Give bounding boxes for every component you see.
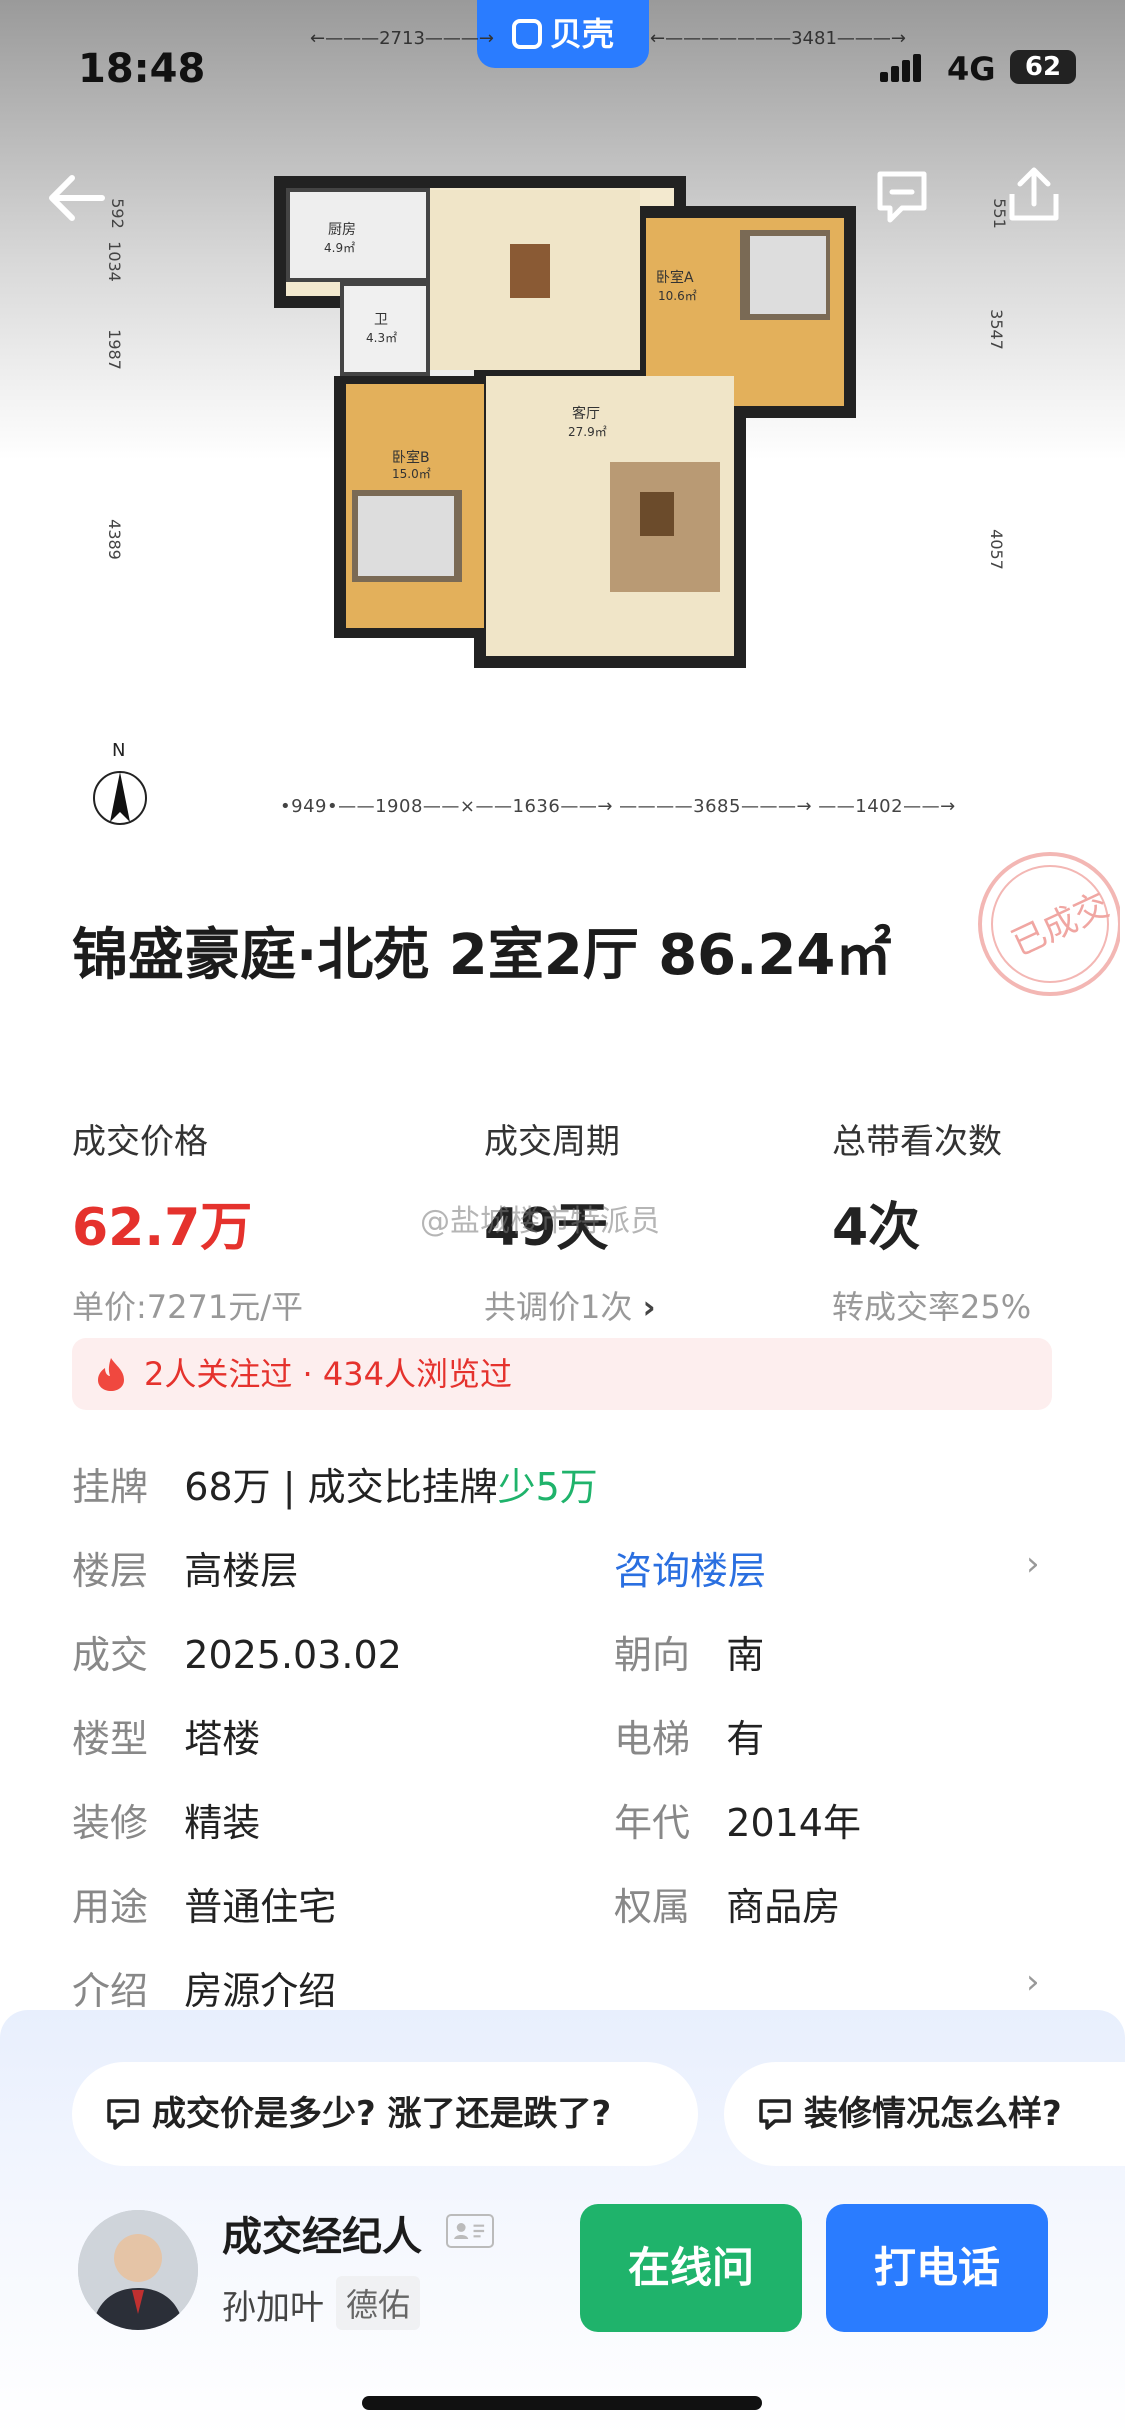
watermark: @盐城楼市特派员 bbox=[420, 1204, 660, 1239]
chat-bubble-icon bbox=[759, 2099, 791, 2130]
stat-sub[interactable]: 共调价1次 › bbox=[484, 1282, 656, 1328]
row-key: 年代 bbox=[614, 1801, 691, 1845]
svg-text:10.6㎡: 10.6㎡ bbox=[658, 289, 697, 303]
row-value: 房源介绍 bbox=[184, 1969, 337, 2013]
floorplan-area[interactable]: 18:48 4G 62 贝壳 ←———2713———→ ←———————3481… bbox=[0, 0, 1125, 880]
row-year: 年代 2014年 bbox=[614, 1792, 861, 1847]
row-key: 介绍 bbox=[72, 1969, 149, 2013]
svg-text:N: N bbox=[112, 740, 125, 761]
question-text: 装修情况怎么样? bbox=[804, 2094, 1062, 2134]
popularity-text: 2人关注过 · 434人浏览过 bbox=[144, 1355, 512, 1393]
row-key: 装修 bbox=[72, 1801, 149, 1845]
row-key: 用途 bbox=[72, 1885, 149, 1929]
svg-text:已成交: 已成交 bbox=[1006, 885, 1115, 964]
sold-stamp: 已成交 bbox=[978, 852, 1120, 996]
chevron-right-icon: › bbox=[642, 1288, 656, 1326]
popularity-banner: 2人关注过 · 434人浏览过 bbox=[72, 1338, 1052, 1410]
row-key: 楼层 bbox=[72, 1549, 149, 1593]
left-dimensions: 592 1034 1987 4389 bbox=[104, 198, 127, 560]
row-key: 成交 bbox=[72, 1633, 149, 1677]
row-deal-date: 成交 2025.03.02 bbox=[72, 1624, 402, 1679]
brand-name: 贝壳 bbox=[549, 15, 614, 53]
bottom-dimensions: •949•——1908——×——1636——→ ————3685———→ ——1… bbox=[280, 796, 956, 817]
row-elevator: 电梯 有 bbox=[614, 1708, 764, 1763]
agent-brand: 德佑 bbox=[336, 2276, 421, 2330]
home-indicator[interactable] bbox=[362, 2396, 762, 2410]
battery-icon: 62 bbox=[1010, 50, 1076, 84]
row-value: 2014年 bbox=[726, 1801, 861, 1845]
row-value: 68万 | 成交比挂牌 bbox=[184, 1465, 498, 1509]
dim-top-1: ←———2713———→ bbox=[310, 28, 494, 49]
stat-views: 总带看次数 4次 转成交率25% bbox=[832, 1114, 1031, 1328]
consult-floor-link[interactable]: 咨询楼层 bbox=[614, 1540, 766, 1595]
network-type: 4G bbox=[947, 50, 996, 88]
business-card-icon[interactable] bbox=[446, 2214, 494, 2248]
signal-icon bbox=[880, 54, 924, 82]
svg-text:4.3㎡: 4.3㎡ bbox=[366, 331, 397, 345]
chat-bubble-icon bbox=[107, 2099, 139, 2130]
stat-value: 4次 bbox=[832, 1198, 921, 1258]
svg-text:卧室A: 卧室A bbox=[656, 269, 694, 286]
row-key: 楼型 bbox=[72, 1717, 149, 1761]
row-key: 挂牌 bbox=[72, 1465, 149, 1509]
stat-sub: 单价:7271元/平 bbox=[72, 1288, 304, 1326]
stat-value: 62.7万 bbox=[72, 1198, 253, 1258]
floorplan-drawing: 厨房 4.9㎡ 卫 4.3㎡ 卧室A 10.6㎡ 客厅 27.9㎡ 卧室B 15… bbox=[274, 176, 856, 668]
online-chat-button[interactable]: 在线问 bbox=[580, 2204, 802, 2332]
svg-text:4.9㎡: 4.9㎡ bbox=[324, 241, 355, 255]
row-value: 高楼层 bbox=[184, 1549, 299, 1593]
stat-label: 成交周期 bbox=[484, 1122, 620, 1162]
row-value: 南 bbox=[726, 1633, 765, 1677]
status-time: 18:48 bbox=[78, 46, 206, 92]
svg-text:厨房: 厨房 bbox=[328, 222, 356, 238]
stat-price: 成交价格 62.7万 单价:7271元/平 bbox=[72, 1114, 303, 1328]
quick-question-decoration[interactable]: 装修情况怎么样? bbox=[724, 2062, 1125, 2166]
svg-text:卫: 卫 bbox=[374, 312, 388, 328]
row-decoration: 装修 精装 bbox=[72, 1792, 260, 1847]
stat-label: 成交价格 bbox=[72, 1122, 208, 1162]
svg-text:卧室B: 卧室B bbox=[392, 449, 430, 466]
row-value: 商品房 bbox=[726, 1885, 841, 1929]
agent-avatar[interactable] bbox=[78, 2210, 198, 2330]
dim-top-2: ←———————3481———→ bbox=[650, 28, 906, 49]
chevron-right-icon[interactable]: › bbox=[1026, 1962, 1040, 2002]
row-listed-price: 挂牌 68万 | 成交比挂牌少5万 bbox=[72, 1456, 598, 1511]
message-icon[interactable] bbox=[872, 166, 932, 226]
quick-question-price[interactable]: 成交价是多少? 涨了还是跌了? bbox=[72, 2062, 698, 2166]
row-key: 电梯 bbox=[614, 1717, 691, 1761]
back-arrow-icon[interactable] bbox=[44, 168, 114, 228]
flame-icon bbox=[98, 1358, 124, 1391]
svg-text:27.9㎡: 27.9㎡ bbox=[568, 425, 607, 439]
row-value: 塔楼 bbox=[184, 1717, 261, 1761]
stat-sub: 转成交率25% bbox=[832, 1288, 1032, 1326]
row-floor: 楼层 高楼层 bbox=[72, 1540, 298, 1595]
right-dimensions: 551 3547 4057 bbox=[986, 198, 1009, 570]
svg-text:15.0㎡: 15.0㎡ bbox=[392, 467, 431, 481]
row-value: 2025.03.02 bbox=[184, 1633, 402, 1677]
chevron-right-icon[interactable]: › bbox=[1026, 1544, 1040, 1584]
brand-logo-icon bbox=[511, 19, 542, 49]
row-intro[interactable]: 介绍 房源介绍 bbox=[72, 1960, 336, 2015]
brand-badge: 贝壳 bbox=[477, 0, 649, 68]
row-value: 精装 bbox=[184, 1801, 261, 1845]
agent-title: 成交经纪人 bbox=[222, 2214, 422, 2260]
row-key: 朝向 bbox=[614, 1633, 691, 1677]
row-ownership: 权属 商品房 bbox=[614, 1876, 840, 1931]
listing-title: 锦盛豪庭·北苑 2室2厅 86.24㎡ bbox=[72, 923, 892, 988]
question-text: 成交价是多少? 涨了还是跌了? bbox=[152, 2094, 612, 2134]
person-icon bbox=[78, 2210, 198, 2330]
row-usage: 用途 普通住宅 bbox=[72, 1876, 336, 1931]
compass-icon: N bbox=[93, 740, 147, 825]
row-orientation: 朝向 南 bbox=[614, 1624, 764, 1679]
agent-name: 孙加叶 bbox=[222, 2288, 324, 2328]
price-diff: 少5万 bbox=[497, 1465, 598, 1509]
row-key: 权属 bbox=[614, 1885, 691, 1929]
listing-card bbox=[24, 848, 1101, 2048]
row-value: 有 bbox=[726, 1717, 765, 1761]
call-button[interactable]: 打电话 bbox=[826, 2204, 1048, 2332]
stat-label: 总带看次数 bbox=[832, 1122, 1002, 1162]
row-building: 楼型 塔楼 bbox=[72, 1708, 260, 1763]
svg-text:客厅: 客厅 bbox=[572, 405, 600, 422]
row-value: 普通住宅 bbox=[184, 1885, 337, 1929]
